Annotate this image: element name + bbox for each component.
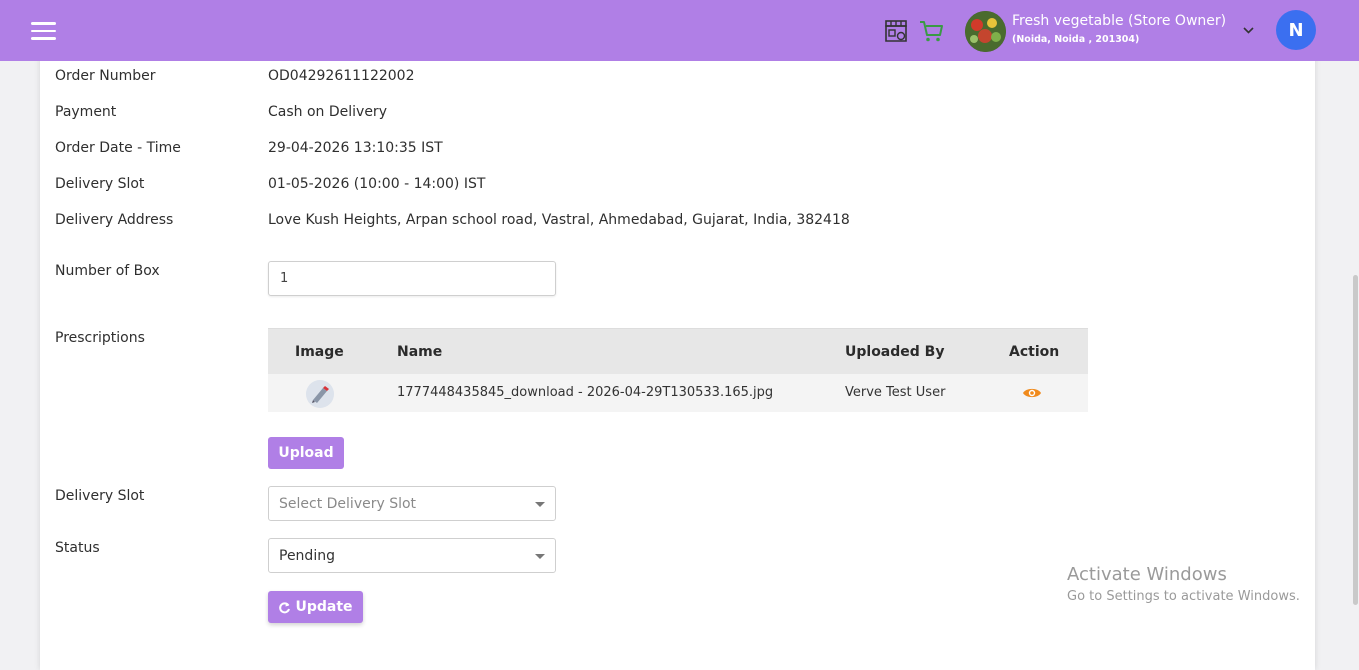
delivery-address-value: Love Kush Heights, Arpan school road, Va… — [268, 212, 850, 228]
prescription-file-name: 1777448435845_download - 2026-04-29T1305… — [397, 385, 774, 400]
delivery-address-label: Delivery Address — [55, 212, 174, 228]
store-location: (Noida, Noida , 201304) — [1012, 34, 1140, 45]
activate-windows-subtitle: Go to Settings to activate Windows. — [1067, 589, 1300, 604]
update-label: Update — [295, 599, 353, 615]
delivery-slot-label: Delivery Slot — [55, 176, 145, 192]
chevron-down-icon[interactable] — [1242, 24, 1255, 37]
caret-down-icon — [535, 554, 545, 559]
prescription-uploaded-by: Verve Test User — [845, 385, 946, 400]
status-label: Status — [55, 540, 100, 556]
store-name[interactable]: Fresh vegetable (Store Owner) — [1012, 13, 1226, 29]
prescriptions-table: Image Name Uploaded By Action 1777448435… — [268, 328, 1088, 412]
number-of-box-input[interactable] — [268, 261, 556, 296]
payment-value: Cash on Delivery — [268, 104, 387, 120]
prescriptions-label: Prescriptions — [55, 330, 145, 346]
update-button[interactable]: Update — [268, 591, 363, 623]
table-header: Image Name Uploaded By Action — [268, 328, 1088, 374]
status-selected-value: Pending — [279, 548, 335, 564]
top-navbar: Fresh vegetable (Store Owner) (Noida, No… — [0, 0, 1359, 61]
eye-icon[interactable] — [1022, 386, 1042, 400]
prescription-thumbnail[interactable] — [306, 380, 334, 408]
upload-button[interactable]: Upload — [268, 437, 344, 469]
store-icon[interactable] — [883, 18, 909, 44]
scrollbar-thumb[interactable] — [1353, 275, 1358, 605]
column-header-image: Image — [295, 344, 344, 360]
refresh-icon — [279, 601, 291, 613]
order-number-value: OD04292611122002 — [268, 68, 415, 84]
cart-icon[interactable] — [918, 18, 944, 44]
activate-windows-title: Activate Windows — [1067, 564, 1227, 585]
column-header-action: Action — [1009, 344, 1060, 360]
column-header-name: Name — [397, 344, 443, 360]
order-number-label: Order Number — [55, 68, 156, 84]
delivery-slot-select-label: Delivery Slot — [55, 488, 145, 504]
column-header-uploaded-by: Uploaded By — [845, 344, 945, 360]
order-date-label: Order Date - Time — [55, 140, 181, 156]
order-date-value: 29-04-2026 13:10:35 IST — [268, 140, 443, 156]
caret-down-icon — [535, 502, 545, 507]
delivery-slot-select[interactable]: Select Delivery Slot — [268, 486, 556, 521]
store-avatar[interactable] — [965, 11, 1006, 52]
menu-icon[interactable] — [31, 22, 56, 40]
delivery-slot-placeholder: Select Delivery Slot — [279, 496, 417, 512]
number-of-box-label: Number of Box — [55, 263, 160, 279]
delivery-slot-value: 01-05-2026 (10:00 - 14:00) IST — [268, 176, 486, 192]
user-avatar[interactable]: N — [1276, 10, 1316, 50]
status-select[interactable]: Pending — [268, 538, 556, 573]
table-row: 1777448435845_download - 2026-04-29T1305… — [268, 374, 1088, 412]
payment-label: Payment — [55, 104, 117, 120]
